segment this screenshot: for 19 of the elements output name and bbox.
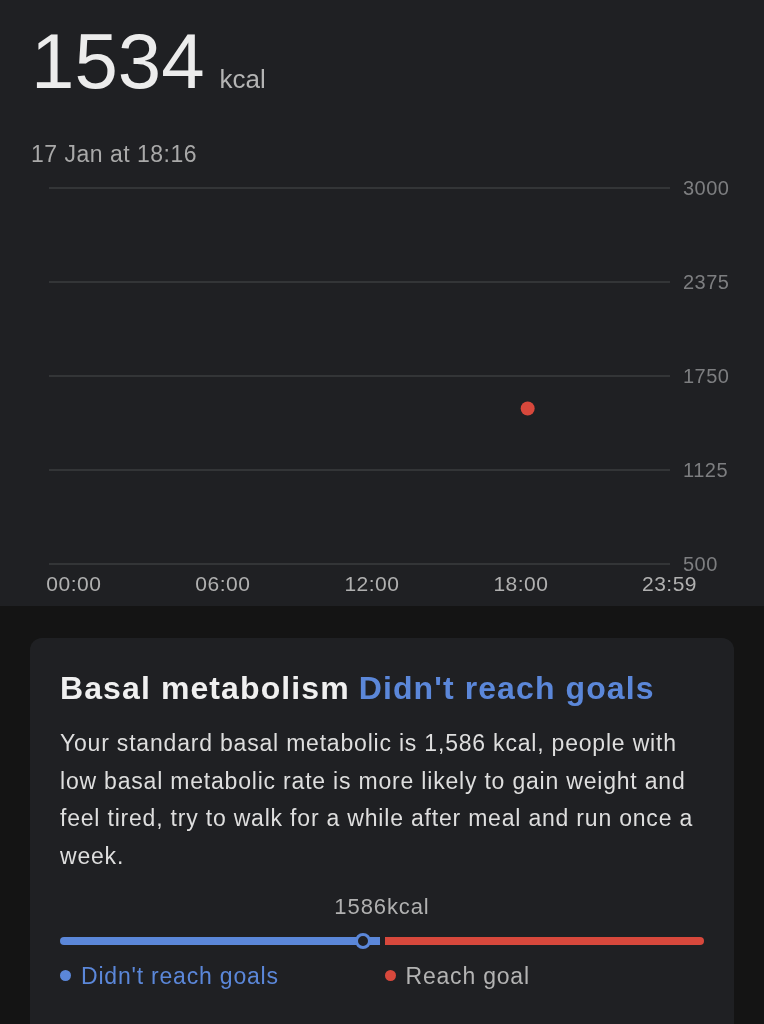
- timestamp: 17 Jan at 18:16: [31, 140, 198, 169]
- y-axis-label: 2375: [683, 271, 730, 293]
- x-axis-label: 00:00: [46, 572, 102, 595]
- x-axis-label: 06:00: [195, 572, 251, 595]
- calorie-value: 1534: [31, 22, 205, 100]
- legend-label: Reach goal: [405, 961, 530, 991]
- goal-status: Didn't reach goals: [358, 669, 655, 708]
- calorie-unit: kcal: [219, 63, 266, 96]
- y-axis-label: 500: [683, 553, 718, 575]
- y-axis-label: 1750: [683, 365, 730, 387]
- x-axis-label: 12:00: [344, 572, 400, 595]
- card-title: Basal metabolism: [60, 669, 350, 708]
- description-text: Your standard basal metabolic is 1,586 kcal, people with low basal metabolic rate is more likely to gain weight and feel tired, try to walk for a while after meal and run once a week.: [60, 729, 695, 872]
- goal-value-label: 1586kcal: [334, 892, 430, 921]
- y-axis-label: 1125: [683, 459, 728, 481]
- y-axis-label: 3000: [683, 177, 730, 199]
- legend-label: Didn't reach goals: [81, 961, 279, 991]
- x-axis-label: 18:00: [493, 572, 549, 595]
- x-axis-label: 23:59: [641, 572, 698, 595]
